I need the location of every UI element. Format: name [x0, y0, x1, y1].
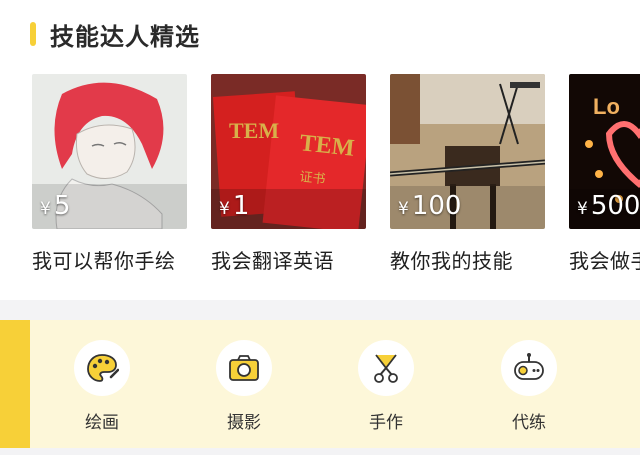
- price-tag: ¥ 1: [219, 191, 249, 221]
- camera-icon[interactable]: [216, 340, 272, 396]
- currency-symbol: ¥: [40, 199, 51, 219]
- category-painting[interactable]: 绘画: [67, 340, 137, 433]
- skill-card[interactable]: ¥ 5 我可以帮你手绘: [32, 74, 187, 274]
- certificate-logo-text: TEM: [229, 118, 279, 143]
- skill-card[interactable]: ¥ 100 教你我的技能: [390, 74, 545, 274]
- category-game-boosting[interactable]: 代练: [494, 340, 564, 433]
- section-header: 技能达人精选: [30, 16, 200, 52]
- currency-symbol: ¥: [577, 199, 588, 219]
- skill-card[interactable]: TEM TEM 证书 ¥ 1 我会翻译英语: [211, 74, 366, 274]
- category-label: 手作: [369, 413, 403, 433]
- header-accent-bar: [30, 22, 36, 46]
- section-title: 技能达人精选: [50, 22, 200, 51]
- skill-thumbnail[interactable]: Lo ¥ 500: [569, 74, 640, 229]
- skill-card-title[interactable]: 我会翻译英语: [211, 245, 366, 274]
- price-tag: ¥ 5: [40, 191, 70, 221]
- gamepad-icon[interactable]: [501, 340, 557, 396]
- category-label: 代练: [512, 413, 546, 433]
- price-tag: ¥ 100: [398, 191, 461, 221]
- price-value: 100: [411, 191, 462, 221]
- skill-card[interactable]: Lo ¥ 500 我会做手: [569, 74, 640, 274]
- category-label: 绘画: [85, 413, 119, 433]
- category-accent-strip: [0, 320, 30, 448]
- category-handmade[interactable]: 手作: [351, 340, 421, 433]
- skill-thumbnail[interactable]: ¥ 5: [32, 74, 187, 229]
- category-photography[interactable]: 摄影: [209, 340, 279, 433]
- skill-card-title[interactable]: 我可以帮你手绘: [32, 245, 187, 274]
- category-bar: 绘画 摄影 手作 代练: [0, 320, 640, 448]
- category-label: 摄影: [227, 413, 261, 433]
- price-value: 5: [53, 191, 71, 221]
- palette-icon[interactable]: [74, 340, 130, 396]
- candle-text: Lo: [593, 94, 620, 119]
- currency-symbol: ¥: [219, 199, 230, 219]
- price-value: 500: [590, 191, 640, 221]
- price-tag: ¥ 500: [577, 191, 640, 221]
- price-value: 1: [232, 191, 250, 221]
- skill-experts-section: 技能达人精选 ¥ 5 我可以帮你手绘 TEM TEM 证书 ¥ 1 我会翻译英语…: [0, 0, 640, 300]
- skill-thumbnail[interactable]: TEM TEM 证书 ¥ 1: [211, 74, 366, 229]
- scissors-icon[interactable]: [358, 340, 414, 396]
- skill-card-title[interactable]: 教你我的技能: [390, 245, 545, 274]
- currency-symbol: ¥: [398, 199, 409, 219]
- skill-thumbnail[interactable]: ¥ 100: [390, 74, 545, 229]
- skill-card-list: ¥ 5 我可以帮你手绘 TEM TEM 证书 ¥ 1 我会翻译英语 ¥ 100 …: [32, 74, 640, 284]
- skill-card-title[interactable]: 我会做手: [569, 245, 640, 274]
- certificate-sub-text: 证书: [299, 170, 326, 188]
